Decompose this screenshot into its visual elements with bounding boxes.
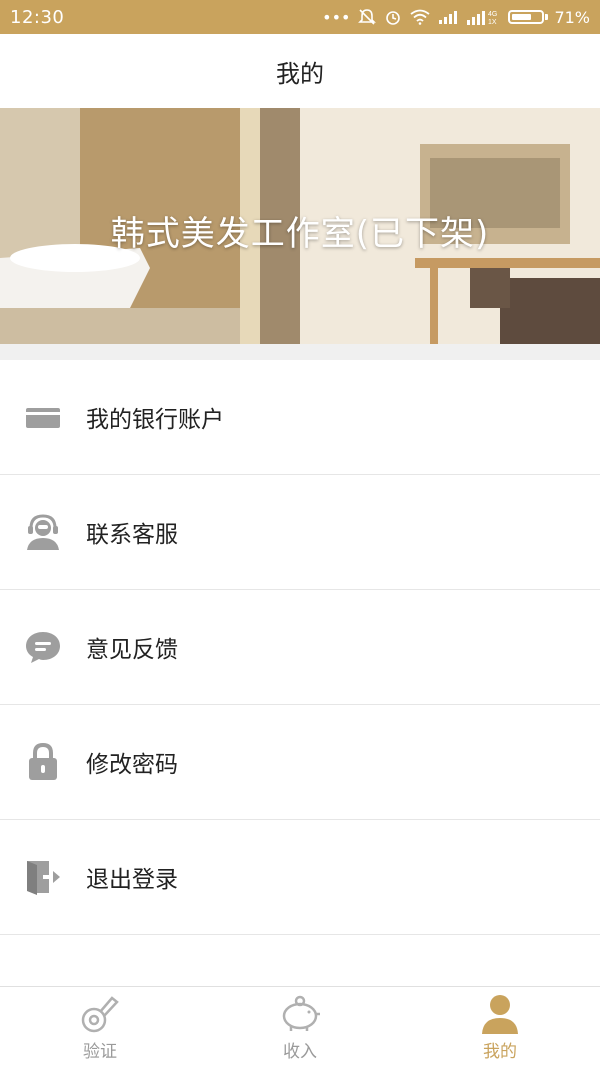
tab-income[interactable]: 收入 xyxy=(200,987,400,1068)
menu-item-label: 我的银行账户 xyxy=(86,407,224,433)
menu-item-change-password[interactable]: 修改密码 xyxy=(0,705,600,820)
user-profile-icon xyxy=(479,993,521,1035)
logout-icon xyxy=(24,858,62,896)
page-title: 我的 xyxy=(276,59,324,88)
customer-service-icon xyxy=(24,513,62,551)
shop-name: 韩式美发工作室(已下架) xyxy=(110,214,490,254)
wifi-icon xyxy=(410,9,430,25)
section-divider xyxy=(0,344,600,360)
shop-banner[interactable]: 韩式美发工作室(已下架) xyxy=(0,108,600,344)
svg-text:1X: 1X xyxy=(488,19,497,26)
status-icons: ••• 4G 1X 71% xyxy=(322,8,590,27)
tab-mine[interactable]: 我的 xyxy=(400,987,600,1068)
tab-verify[interactable]: 验证 xyxy=(0,987,200,1068)
signal-icon xyxy=(439,11,458,24)
piggy-bank-icon xyxy=(279,993,321,1035)
bank-card-icon xyxy=(24,398,62,436)
menu-item-label: 修改密码 xyxy=(86,752,178,778)
menu-item-logout[interactable]: 退出登录 xyxy=(0,820,600,935)
mute-bell-icon xyxy=(358,9,377,25)
menu-item-customer-service[interactable]: 联系客服 xyxy=(0,475,600,590)
battery-indicator: 71% xyxy=(508,8,590,27)
guitar-pick-verify-icon xyxy=(79,993,121,1035)
menu-item-label: 联系客服 xyxy=(86,522,178,548)
more-dots-icon: ••• xyxy=(322,7,351,27)
signal-4g-icon: 4G1X xyxy=(467,11,498,26)
menu-list: 我的银行账户 联系客服 意见反馈 修改密码 退出登录 xyxy=(0,360,600,935)
menu-item-bank-account[interactable]: 我的银行账户 xyxy=(0,360,600,475)
nav-label: 验证 xyxy=(83,1042,117,1062)
menu-item-feedback[interactable]: 意见反馈 xyxy=(0,590,600,705)
svg-text:4G: 4G xyxy=(488,11,497,18)
lock-icon xyxy=(24,743,62,781)
status-time: 12:30 xyxy=(10,6,65,28)
menu-item-label: 意见反馈 xyxy=(86,637,178,663)
nav-label: 我的 xyxy=(483,1042,517,1062)
menu-item-label: 退出登录 xyxy=(86,867,178,893)
bottom-nav: 验证 收入 我的 xyxy=(0,986,600,1068)
alarm-clock-icon xyxy=(386,11,401,25)
battery-percent: 71% xyxy=(554,7,590,27)
status-bar: 12:30 ••• 4G 1X 71% xyxy=(0,0,600,34)
title-bar: 我的 xyxy=(0,34,600,108)
nav-label: 收入 xyxy=(283,1042,317,1062)
battery-icon xyxy=(508,10,545,24)
feedback-chat-icon xyxy=(24,628,62,666)
